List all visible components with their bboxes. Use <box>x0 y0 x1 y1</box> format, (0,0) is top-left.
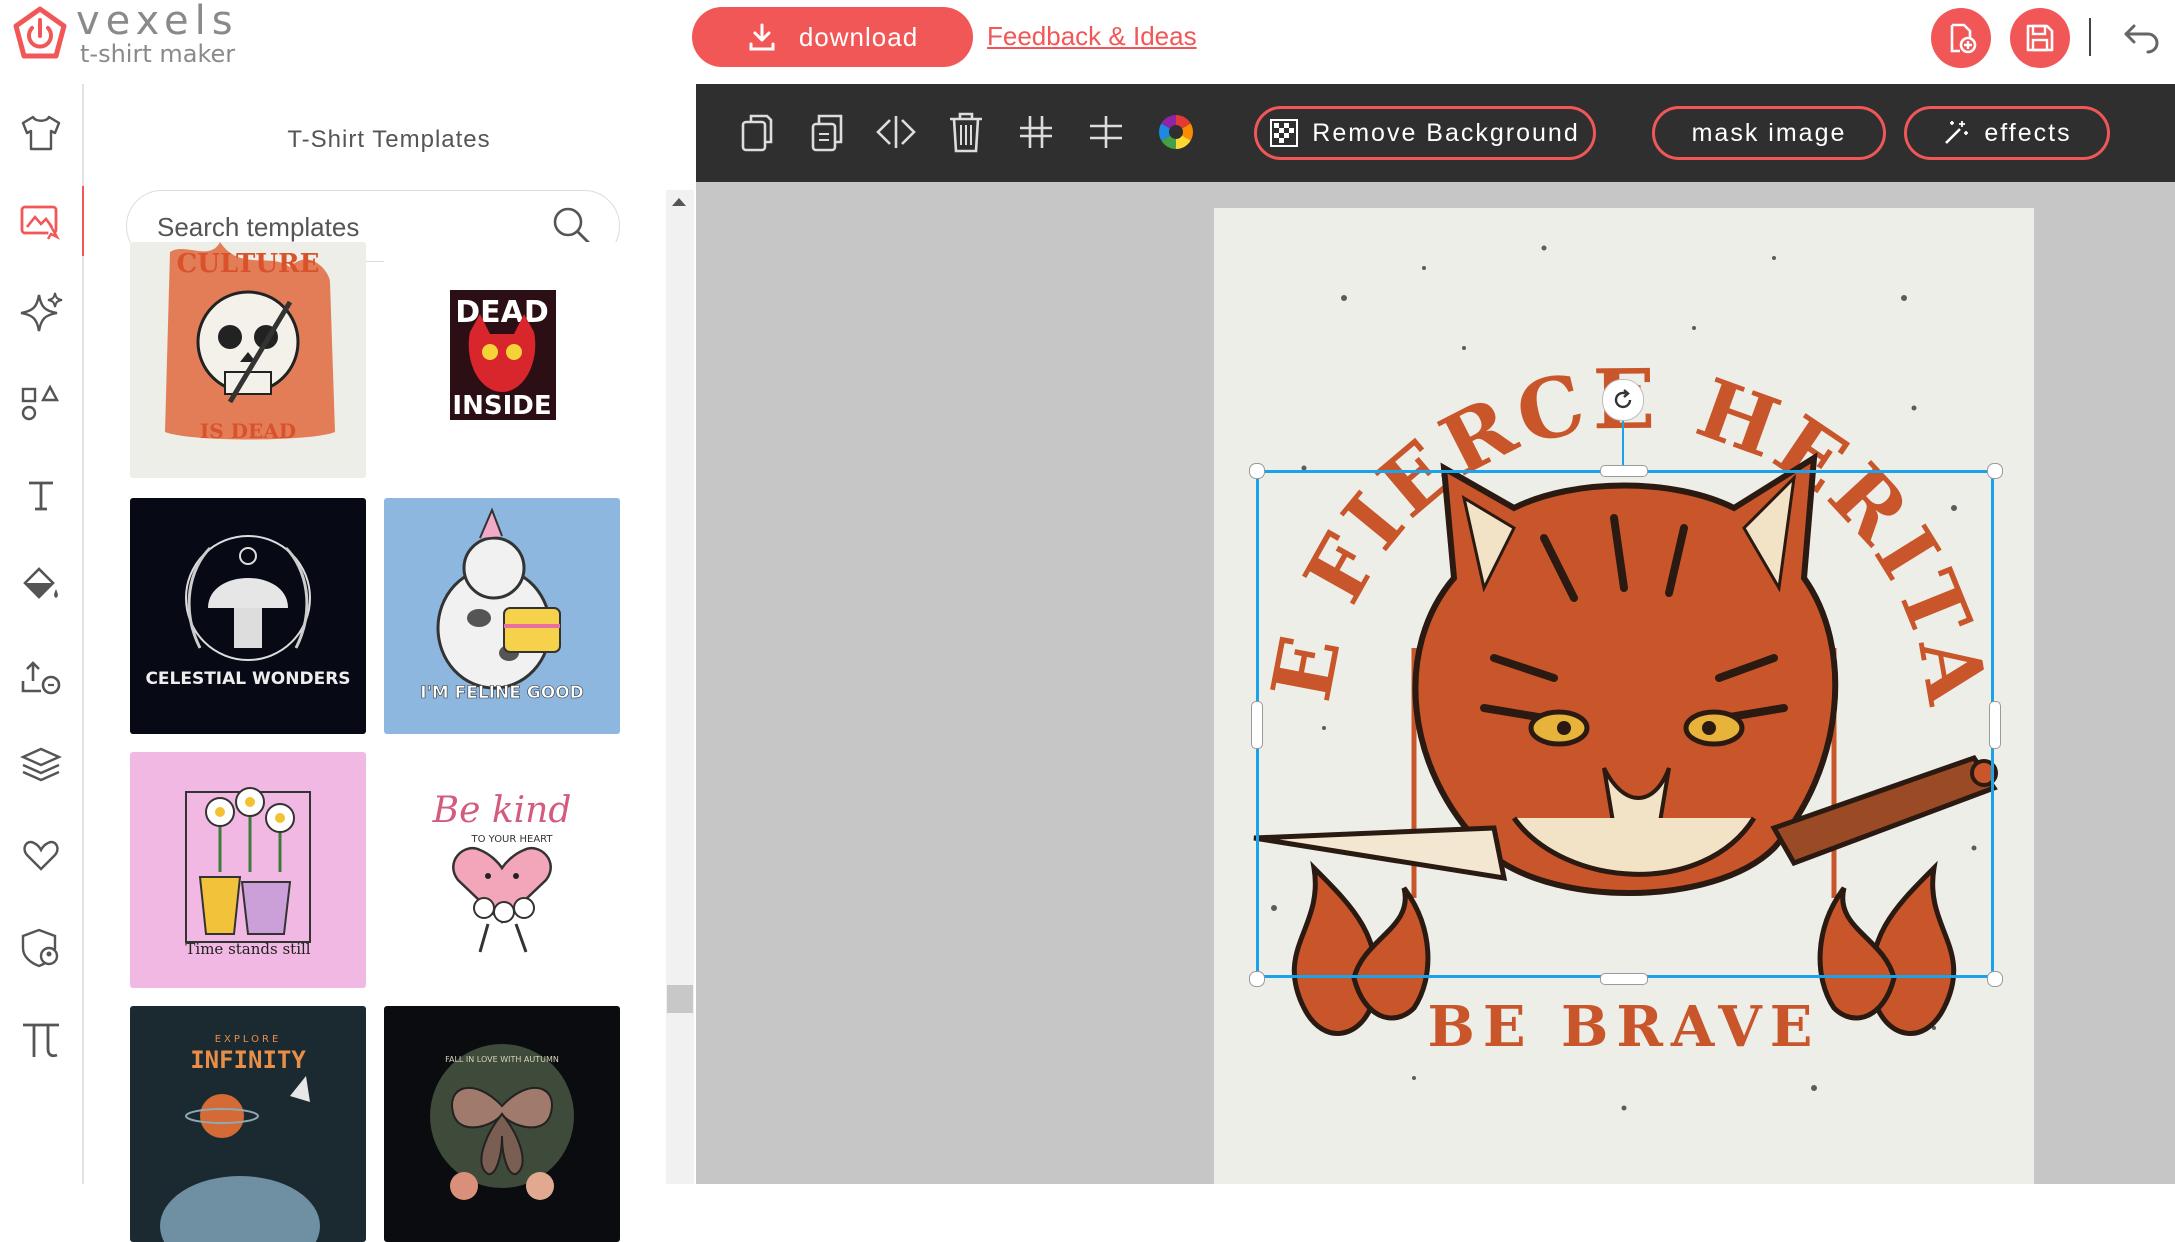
resize-handle-bottom-right[interactable] <box>1987 971 2003 987</box>
tile-text: FALL IN LOVE WITH AUTUMN <box>445 1055 559 1064</box>
template-tile[interactable]: Time stands still <box>130 752 366 988</box>
templates-icon <box>19 201 63 241</box>
flip-icon <box>874 114 918 150</box>
tile-text: CELESTIAL WONDERS <box>145 669 350 689</box>
tile-bottom-text: INSIDE <box>452 391 551 421</box>
download-icon <box>747 22 777 52</box>
align-center-button[interactable] <box>1012 108 1060 156</box>
layers-icon <box>19 745 63 785</box>
upload-icon <box>19 657 63 697</box>
rail-fill-button[interactable] <box>0 550 82 620</box>
shapes-icon <box>19 383 63 423</box>
tile-top-text: Be kind <box>432 790 572 831</box>
rail-templates-button[interactable] <box>0 186 86 256</box>
save-icon <box>2024 22 2056 54</box>
save-button[interactable] <box>2010 8 2070 68</box>
tile-bottom-text: IS DEAD <box>200 419 296 443</box>
magic-wand-icon <box>1942 119 1970 147</box>
template-tile[interactable]: CULTURE IS DEAD <box>130 242 366 478</box>
align-middle-button[interactable] <box>1082 108 1130 156</box>
tshirt-icon <box>19 113 63 153</box>
tile-text: Time stands still <box>185 940 310 958</box>
resize-handle-right[interactable] <box>1989 701 2001 749</box>
resize-handle-top[interactable] <box>1600 465 1648 477</box>
rail-text-button[interactable] <box>0 460 82 530</box>
text-icon <box>21 475 61 515</box>
resize-handle-top-left[interactable] <box>1249 463 1265 479</box>
resize-handle-bottom[interactable] <box>1600 973 1648 985</box>
copy-button[interactable] <box>803 108 851 156</box>
badge-icon <box>19 926 63 968</box>
align-center-icon <box>1016 112 1056 152</box>
pi-icon <box>19 1017 63 1061</box>
color-wheel-icon <box>1157 113 1195 151</box>
scroll-up-icon[interactable] <box>672 198 686 206</box>
download-label: download <box>798 21 919 52</box>
template-tile[interactable]: DEAD INSIDE <box>384 242 620 478</box>
download-button[interactable]: download <box>692 7 973 67</box>
delete-icon <box>948 111 984 153</box>
ai-sparkle-icon <box>17 289 65 337</box>
tile-bottom-text: TO YOUR HEART <box>470 834 553 845</box>
add-page-icon <box>1944 21 1978 55</box>
flip-button[interactable] <box>872 108 920 156</box>
checkerboard-icon <box>1270 119 1299 147</box>
search-icon[interactable] <box>551 205 593 247</box>
tile-top-text: DEAD <box>455 295 549 330</box>
resize-handle-top-right[interactable] <box>1987 463 2003 479</box>
effects-label: effects <box>1984 118 2072 147</box>
brand-name: vexels <box>76 0 239 44</box>
tile-bottom-text: INFINITY <box>190 1046 306 1074</box>
feedback-link[interactable]: Feedback & Ideas <box>987 21 1197 52</box>
mask-image-label: mask image <box>1691 118 1847 147</box>
effects-button[interactable]: effects <box>1904 106 2110 160</box>
template-tile[interactable]: I'M FELINE GOOD <box>384 498 620 734</box>
template-tile[interactable]: CELESTIAL WONDERS <box>130 498 366 734</box>
rail-shapes-button[interactable] <box>0 368 82 438</box>
rail-ai-button[interactable] <box>0 278 82 348</box>
delete-button[interactable] <box>942 108 990 156</box>
rail-pi-button[interactable] <box>0 1004 82 1074</box>
panel-scrollbar[interactable] <box>666 190 694 1184</box>
color-picker-button[interactable] <box>1152 108 1200 156</box>
scrollbar-thumb[interactable] <box>667 985 693 1013</box>
remove-background-button[interactable]: Remove Background <box>1254 106 1596 160</box>
vexels-logo-icon[interactable] <box>12 6 68 62</box>
panel-title: T-Shirt Templates <box>287 126 491 153</box>
align-middle-icon <box>1086 112 1126 152</box>
remove-background-label: Remove Background <box>1312 118 1580 147</box>
rail-layers-button[interactable] <box>0 730 82 800</box>
rail-upload-button[interactable] <box>0 642 82 712</box>
resize-handle-left[interactable] <box>1251 701 1263 749</box>
rotate-connector <box>1622 419 1624 470</box>
rotate-handle[interactable] <box>1602 379 1644 421</box>
toolbar-separator <box>2089 18 2091 56</box>
selection-box[interactable] <box>1256 470 1994 978</box>
template-tile[interactable]: EXPLORE INFINITY <box>130 1006 366 1242</box>
undo-icon[interactable] <box>2122 18 2162 54</box>
rail-tshirt-button[interactable] <box>0 98 82 168</box>
tile-top-text: EXPLORE <box>215 1034 282 1045</box>
rotate-icon <box>1611 388 1635 412</box>
rail-badge-button[interactable] <box>0 912 82 982</box>
duplicate-icon <box>739 110 775 154</box>
rail-favorites-button[interactable] <box>0 820 82 890</box>
brand-subtitle: t-shirt maker <box>80 40 236 68</box>
template-tile[interactable]: FALL IN LOVE WITH AUTUMN <box>384 1006 620 1242</box>
search-input[interactable] <box>155 211 539 244</box>
mask-image-button[interactable]: mask image <box>1652 106 1886 160</box>
duplicate-button[interactable] <box>733 108 781 156</box>
favorites-icon <box>21 837 61 873</box>
resize-handle-bottom-left[interactable] <box>1249 971 1265 987</box>
tile-text: I'M FELINE GOOD <box>420 683 583 703</box>
copy-icon <box>809 110 845 154</box>
design-bottom-text: BE BRAVE <box>1428 994 1821 1060</box>
template-tile[interactable]: Be kind TO YOUR HEART <box>384 752 620 988</box>
add-page-button[interactable] <box>1931 8 1991 68</box>
tile-top-text: CULTURE <box>177 249 320 279</box>
fill-bucket-icon <box>19 565 63 605</box>
